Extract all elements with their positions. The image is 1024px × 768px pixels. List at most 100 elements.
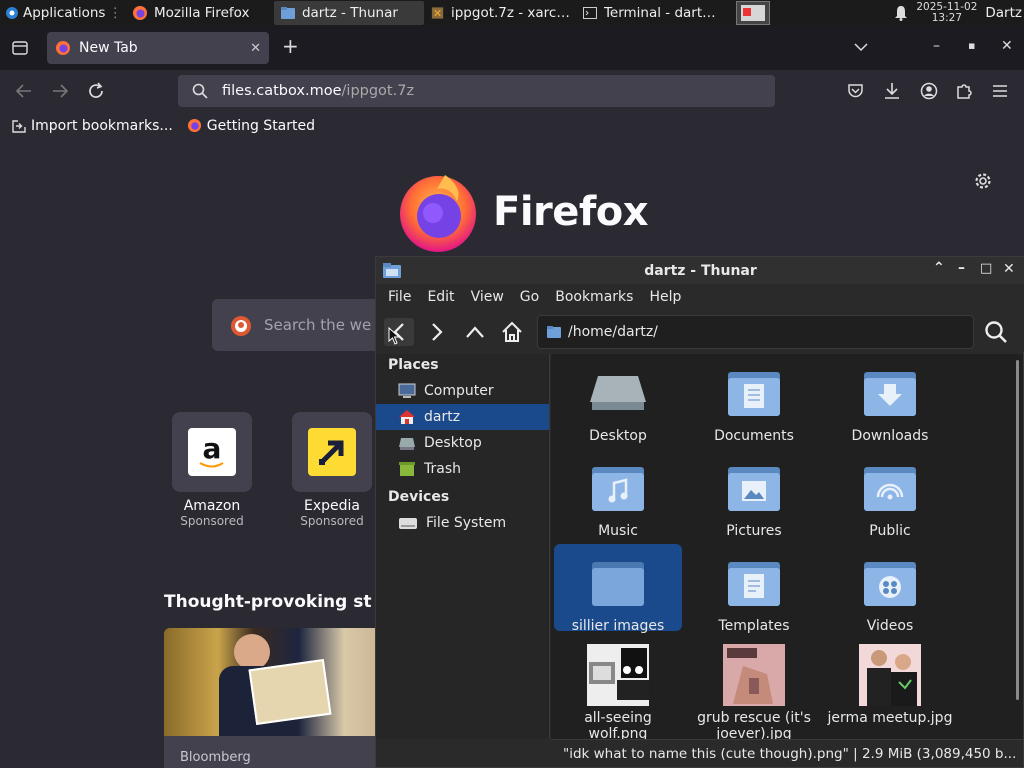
close-window-icon[interactable]: ✕ bbox=[1003, 261, 1015, 277]
image-thumbnail bbox=[723, 644, 785, 706]
menu-view[interactable]: View bbox=[471, 289, 504, 305]
close-window-icon[interactable]: ✕ bbox=[1001, 38, 1013, 54]
bookmark-label: Import bookmarks... bbox=[31, 117, 173, 134]
place-computer[interactable]: Computer bbox=[376, 378, 549, 404]
panel-clock[interactable]: 2025-11-02 13:27 bbox=[916, 2, 977, 24]
location-bar[interactable]: /home/dartz/ bbox=[537, 315, 974, 349]
vertical-scrollbar[interactable] bbox=[1016, 360, 1019, 700]
task-thunar[interactable]: dartz - Thunar bbox=[273, 1, 424, 25]
tab-new-tab[interactable]: New Tab ✕ bbox=[47, 32, 269, 64]
forward-arrow-icon[interactable] bbox=[51, 83, 69, 99]
extensions-puzzle-icon[interactable] bbox=[956, 82, 973, 100]
folder-icon bbox=[383, 263, 401, 278]
videos-folder-icon bbox=[864, 562, 916, 606]
file-label: Documents bbox=[714, 428, 794, 444]
forward-chevron-icon bbox=[432, 323, 443, 341]
file-label: Desktop bbox=[589, 428, 647, 444]
up-chevron-icon bbox=[466, 326, 484, 338]
menu-bookmarks[interactable]: Bookmarks bbox=[555, 289, 633, 305]
panel-username[interactable]: Dartz bbox=[985, 5, 1024, 21]
firefox-view-icon[interactable] bbox=[12, 41, 28, 55]
home-icon bbox=[502, 321, 522, 342]
list-tabs-chevron-icon[interactable] bbox=[854, 42, 868, 52]
menu-file[interactable]: File bbox=[388, 289, 411, 305]
minimize-icon[interactable]: – bbox=[958, 260, 965, 276]
back-arrow-icon[interactable] bbox=[15, 83, 33, 99]
shade-up-icon[interactable]: ⌃ bbox=[933, 260, 945, 276]
parent-folder-button[interactable] bbox=[460, 318, 490, 346]
applications-menu[interactable]: Applications ⋮ bbox=[0, 0, 126, 26]
place-dartz[interactable]: dartz bbox=[376, 404, 549, 430]
public-folder-icon bbox=[864, 467, 916, 511]
shortcut-amazon[interactable]: a Amazon Sponsored bbox=[172, 412, 252, 528]
task-label: Terminal - dartz... bbox=[603, 5, 722, 21]
desktop-folder-icon bbox=[590, 376, 646, 410]
place-trash[interactable]: Trash bbox=[376, 456, 549, 482]
status-bar: "idk what to name this (cute though).png… bbox=[551, 739, 1023, 767]
file-item[interactable]: Templates bbox=[690, 544, 818, 634]
task-terminal[interactable]: Terminal - dartz... bbox=[576, 1, 728, 25]
mouse-cursor-icon bbox=[388, 327, 400, 345]
file-label: Templates bbox=[718, 618, 790, 634]
menu-help[interactable]: Help bbox=[649, 289, 681, 305]
maximize-icon[interactable]: ▪ bbox=[968, 39, 975, 52]
file-item[interactable]: Desktop bbox=[554, 354, 682, 444]
reload-icon[interactable] bbox=[87, 82, 105, 100]
url-bar[interactable]: files.catbox.moe/ippgot.7z bbox=[178, 75, 775, 107]
file-item[interactable]: Downloads bbox=[826, 354, 954, 444]
place-desktop[interactable]: Desktop bbox=[376, 430, 549, 456]
maximize-icon[interactable]: □ bbox=[980, 261, 992, 276]
account-icon[interactable] bbox=[920, 82, 938, 100]
thunar-titlebar[interactable]: dartz - Thunar ⌃ – □ ✕ bbox=[376, 257, 1024, 284]
computer-icon bbox=[398, 383, 416, 398]
menu-edit[interactable]: Edit bbox=[427, 289, 454, 305]
folder-icon bbox=[280, 7, 295, 19]
forward-button[interactable] bbox=[422, 318, 452, 346]
file-item[interactable]: Music bbox=[554, 449, 682, 539]
file-item[interactable]: Documents bbox=[690, 354, 818, 444]
image-thumbnail bbox=[859, 644, 921, 706]
location-path: /home/dartz/ bbox=[568, 324, 658, 340]
new-tab-plus-icon[interactable]: + bbox=[282, 34, 299, 58]
music-folder-icon bbox=[592, 467, 644, 511]
xfce-logo-icon bbox=[6, 7, 18, 19]
top-panel: Applications ⋮ Mozilla Firefox dartz - T… bbox=[0, 0, 1024, 26]
shortcut-expedia[interactable]: Expedia Sponsored bbox=[292, 412, 372, 528]
search-icon[interactable] bbox=[984, 320, 1008, 344]
file-item[interactable]: Videos bbox=[826, 544, 954, 634]
task-label: dartz - Thunar bbox=[301, 5, 398, 21]
bookmark-getting-started[interactable]: Getting Started bbox=[187, 118, 315, 134]
amazon-smile-icon bbox=[199, 461, 224, 467]
url-host: files.catbox.moe bbox=[222, 83, 342, 99]
device-file-system[interactable]: File System bbox=[376, 510, 549, 536]
image-thumbnail bbox=[587, 644, 649, 706]
drive-icon bbox=[399, 518, 417, 529]
file-label: Pictures bbox=[726, 523, 782, 539]
amazon-a-glyph-icon: a bbox=[202, 431, 222, 465]
workspace-switcher[interactable] bbox=[735, 1, 770, 25]
hamburger-menu-icon[interactable] bbox=[992, 84, 1008, 98]
firefox-icon bbox=[132, 6, 147, 20]
close-tab-icon[interactable]: ✕ bbox=[250, 41, 261, 56]
file-item[interactable]: all-seeing wolf.png bbox=[554, 640, 682, 739]
pocket-icon[interactable] bbox=[847, 83, 864, 99]
home-button[interactable] bbox=[497, 318, 527, 346]
task-firefox[interactable]: Mozilla Firefox bbox=[126, 1, 274, 25]
bookmark-import[interactable]: Import bookmarks... bbox=[12, 118, 173, 134]
file-item[interactable]: Pictures bbox=[690, 449, 818, 539]
settings-gear-icon[interactable] bbox=[974, 172, 992, 190]
trash-icon bbox=[399, 462, 415, 476]
menu-go[interactable]: Go bbox=[520, 289, 539, 305]
folder-icon bbox=[547, 326, 561, 338]
file-item[interactable]: grub rescue (it's joever).jpg bbox=[690, 640, 818, 739]
firefox-icon bbox=[187, 118, 201, 133]
folder-icon bbox=[592, 562, 644, 606]
file-item[interactable]: sillier images bbox=[554, 544, 682, 634]
downloads-icon[interactable] bbox=[884, 82, 900, 100]
task-xarchiver[interactable]: ippgot.7z - xarch... bbox=[424, 1, 576, 25]
file-label: grub rescue (it's joever).jpg bbox=[697, 710, 811, 739]
file-item[interactable]: Public bbox=[826, 449, 954, 539]
notification-bell-icon[interactable] bbox=[894, 5, 908, 21]
file-item[interactable]: jerma meetup.jpg bbox=[826, 640, 954, 739]
minimize-icon[interactable]: – bbox=[933, 38, 940, 54]
